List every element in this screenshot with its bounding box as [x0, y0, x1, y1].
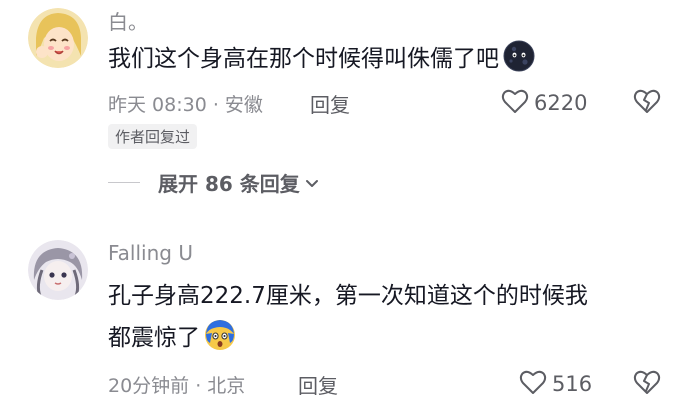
- broken-heart-icon: [632, 89, 662, 120]
- comment-text-line: 孔子身高222.7厘米，第一次知道这个的时候我: [108, 283, 588, 309]
- comment-text: 孔子身高222.7厘米，第一次知道这个的时候我 都震惊了: [108, 275, 588, 359]
- author-replied-badge: 作者回复过: [108, 124, 198, 149]
- heart-outline-icon: [518, 367, 548, 401]
- comment-time-location: 昨天 08:30 · 安徽: [108, 94, 263, 116]
- like-count: 6220: [534, 91, 588, 115]
- comment-username[interactable]: Falling U: [108, 241, 193, 265]
- comment-text-content: 都震惊了: [108, 325, 200, 351]
- like-button[interactable]: 6220: [500, 86, 587, 120]
- reply-button[interactable]: 回复: [310, 89, 350, 118]
- chevron-down-icon: [304, 175, 320, 191]
- divider: [108, 181, 140, 184]
- heart-outline-icon: [500, 86, 530, 120]
- like-count: 516: [552, 372, 593, 396]
- comment-text-content: 我们这个身高在那个时候得叫侏儒了吧: [108, 46, 499, 72]
- avatar[interactable]: [28, 8, 88, 68]
- comment-username[interactable]: 白。: [108, 6, 148, 35]
- like-button[interactable]: 516: [518, 367, 592, 401]
- reply-button[interactable]: 回复: [298, 370, 338, 399]
- expand-replies-label: 展开 86 条回复: [158, 172, 300, 196]
- expand-replies-button[interactable]: 展开 86 条回复: [108, 168, 320, 197]
- shocked-face-emoji-icon: [204, 319, 236, 351]
- avatar[interactable]: [28, 240, 88, 300]
- dark-moon-face-emoji-icon: [503, 40, 535, 72]
- comment-item: 白。 我们这个身高在那个时候得叫侏儒了吧 昨天 08:30 · 安徽 回复 62…: [0, 0, 690, 215]
- comment-text-line: 都震惊了: [108, 317, 588, 359]
- dislike-button[interactable]: [632, 367, 662, 397]
- dislike-button[interactable]: [632, 86, 662, 116]
- broken-heart-icon: [632, 370, 662, 401]
- comment-item: Falling U 孔子身高222.7厘米，第一次知道这个的时候我 都震惊了 2…: [0, 230, 690, 415]
- comment-text: 我们这个身高在那个时候得叫侏儒了吧: [108, 38, 535, 80]
- comment-time-location: 20分钟前 · 北京: [108, 375, 246, 397]
